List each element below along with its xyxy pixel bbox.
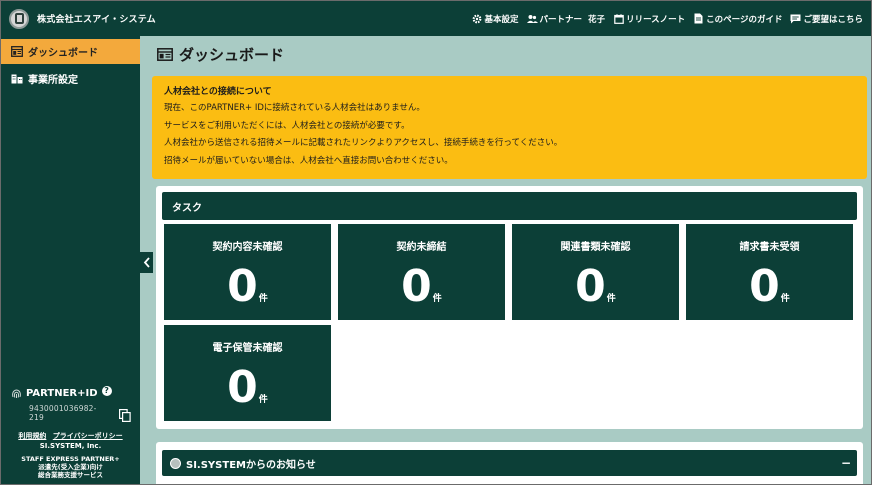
nav-partner[interactable]: パートナー	[526, 13, 583, 25]
app-frame: 株式会社エスアイ・システム 基本設定 パートナー 花子 リリースノート このペー…	[0, 0, 872, 485]
collapse-news-button[interactable]: −	[841, 456, 851, 470]
nav-page-guide-label: このページのガイド	[706, 14, 783, 25]
task-panel: タスク 契約内容未確認 0 件 契約未締結 0 件 関連書類未確認 0 件 請求…	[156, 186, 863, 429]
sidebar-item-dashboard[interactable]: ダッシュボード	[1, 39, 140, 64]
task-count-value: 0	[749, 261, 780, 312]
service-line: 総合業務支援サービス	[38, 471, 103, 479]
connection-alert: 人材会社との接続について 現在、このPARTNER+ IDに接続されている人材会…	[152, 76, 867, 179]
building-icon	[11, 73, 23, 85]
copyright: SI.SYSTEM, Inc.	[39, 442, 102, 450]
gear-icon	[472, 13, 483, 24]
partner-id-label: PARTNER+ID	[26, 388, 98, 399]
task-tile-count: 0 件	[164, 363, 331, 413]
fingerprint-icon	[11, 388, 22, 399]
task-count-unit: 件	[258, 395, 268, 405]
task-tile-label: 電子保管未確認	[212, 343, 283, 354]
nav-feedback[interactable]: ご要望はこちら	[790, 13, 863, 25]
sidebar-item-office-settings[interactable]: 事業所設定	[1, 66, 140, 91]
task-count-value: 0	[401, 261, 432, 312]
sidebar-collapse-button[interactable]	[140, 252, 153, 273]
sidebar-item-office-settings-label: 事業所設定	[28, 75, 78, 86]
nav-release-notes[interactable]: リリースノート	[613, 13, 685, 25]
users-icon	[526, 13, 538, 24]
news-header: SI.SYSTEMからのお知らせ −	[162, 450, 857, 476]
nav-basic-settings[interactable]: 基本設定	[472, 13, 519, 25]
task-tile-contract-unconfirmed[interactable]: 契約内容未確認 0 件	[164, 224, 331, 320]
alert-line: 招待メールが届いていない場合は、人材会社へ直接お問い合わせください。	[164, 155, 453, 166]
task-count-value: 0	[575, 261, 606, 312]
page-title: ダッシュボード	[157, 44, 284, 65]
alert-line: サービスをご利用いただくには、人材会社との接続が必要です。	[164, 120, 410, 131]
task-count-unit: 件	[780, 294, 790, 304]
task-count-unit: 件	[258, 294, 268, 304]
page-title-text: ダッシュボード	[179, 46, 285, 64]
partner-id-value: 9430001036982-219	[29, 404, 97, 422]
task-tile-label: 契約未締結	[396, 242, 447, 253]
task-tile-count: 0 件	[686, 262, 853, 312]
task-count-unit: 件	[606, 294, 616, 304]
sidebar-item-dashboard-label: ダッシュボード	[28, 48, 98, 59]
nav-feedback-label: ご要望はこちら	[803, 14, 863, 25]
calendar-icon	[613, 13, 624, 24]
dashboard-icon	[11, 46, 23, 58]
nav-basic-settings-label: 基本設定	[484, 14, 519, 25]
top-nav: 基本設定 パートナー 花子 リリースノート このページのガイド ご要望はこちら	[472, 13, 863, 25]
main-content: ダッシュボード 人材会社との接続について 現在、このPARTNER+ IDに接続…	[140, 36, 871, 484]
document-icon	[693, 13, 704, 24]
sidebar: ダッシュボード 事業所設定 PARTNER+ID ? 9430001036982…	[1, 36, 140, 484]
task-tile-count: 0 件	[512, 262, 679, 312]
task-tile-contract-unsigned[interactable]: 契約未締結 0 件	[338, 224, 505, 320]
news-panel: SI.SYSTEMからのお知らせ −	[156, 442, 863, 484]
task-count-value: 0	[227, 261, 258, 312]
task-tile-label: 関連書類未確認	[560, 242, 631, 253]
task-tile-count: 0 件	[338, 262, 505, 312]
alert-title: 人材会社との接続について	[164, 87, 272, 97]
alert-line: 現在、このPARTNER+ IDに接続されている人材会社はありません。	[164, 103, 425, 113]
terms-link[interactable]: 利用規約	[18, 432, 46, 440]
partner-id-title: PARTNER+ID ?	[11, 385, 131, 399]
task-tile-label: 請求書未受領	[739, 242, 800, 253]
service-description: STAFF EXPRESS PARTNER+ 派遣先(受入企業)向け 総合業務支…	[1, 455, 140, 479]
partner-id-row: 9430001036982-219	[11, 404, 131, 422]
company-name: 株式会社エスアイ・システム	[37, 15, 156, 25]
si-system-logo-icon	[170, 457, 181, 469]
privacy-link[interactable]: プライバシーポリシー	[53, 432, 123, 440]
task-tile-invoice-unreceived[interactable]: 請求書未受領 0 件	[686, 224, 853, 320]
service-line: STAFF EXPRESS PARTNER+	[21, 455, 120, 463]
task-tile-label: 契約内容未確認	[212, 242, 283, 253]
top-bar: 株式会社エスアイ・システム 基本設定 パートナー 花子 リリースノート このペー…	[1, 1, 871, 36]
task-count-unit: 件	[432, 294, 442, 304]
company-logo	[9, 8, 29, 29]
task-tile-documents-unconfirmed[interactable]: 関連書類未確認 0 件	[512, 224, 679, 320]
news-title: SI.SYSTEMからのお知らせ	[186, 459, 316, 471]
task-count-value: 0	[227, 362, 258, 413]
message-icon	[790, 13, 801, 24]
help-icon[interactable]: ?	[101, 385, 112, 396]
alert-line: 人材会社から送信される招待メールに記載されたリンクよりアクセスし、接続手続きを行…	[164, 138, 563, 148]
task-panel-title: タスク	[162, 192, 857, 220]
footer-links: 利用規約 プライバシーポリシー SI.SYSTEM, Inc.	[1, 431, 140, 450]
copy-icon[interactable]	[119, 407, 131, 422]
task-tile-e-storage-unconfirmed[interactable]: 電子保管未確認 0 件	[164, 325, 331, 421]
nav-release-notes-label: リリースノート	[626, 14, 686, 25]
nav-page-guide[interactable]: このページのガイド	[693, 13, 782, 25]
nav-partner-label: パートナー	[539, 14, 583, 25]
partner-id-section: PARTNER+ID ? 9430001036982-219	[11, 385, 131, 422]
dashboard-icon	[157, 48, 173, 62]
service-line: 派遣先(受入企業)向け	[38, 463, 103, 471]
user-name[interactable]: 花子	[588, 13, 605, 25]
chevron-left-icon	[141, 257, 152, 268]
task-tile-count: 0 件	[164, 262, 331, 312]
